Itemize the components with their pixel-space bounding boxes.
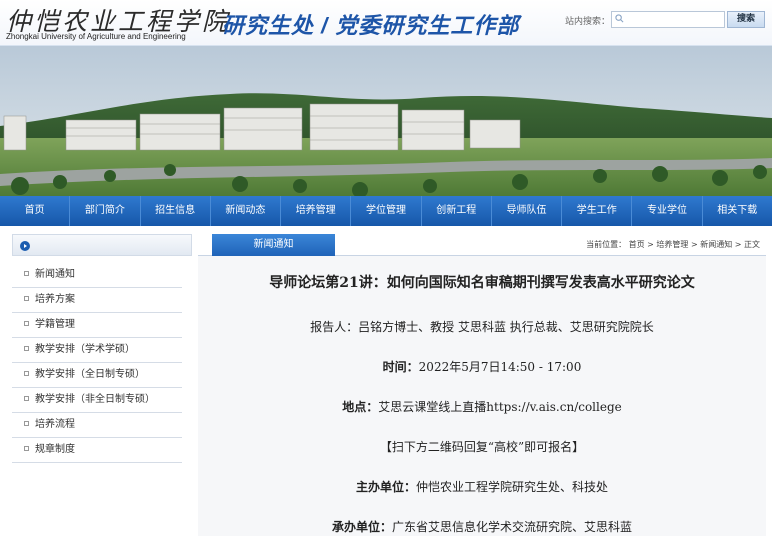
department-title: 研究生处 / 党委研究生工作部 [222,13,520,38]
sidebar-item-training-process[interactable]: 培养流程 [12,413,182,438]
host-label: 主办单位： [355,480,416,494]
place-label: 地点： [342,400,379,414]
organizer-value: 广东省艾思信息化学术交流研究院、艾思科蓝 [392,520,633,534]
nav-item-about[interactable]: 部门简介 [70,196,141,226]
nav-item-home[interactable]: 首页 [0,196,71,226]
search-label: 站内搜索： [565,17,611,27]
organizer-label: 承办单位： [331,520,392,534]
article-time: 时间：2022年5月7日14:50 - 17:00 [198,358,766,375]
sidebar-item-label: 新闻通知 [35,269,75,280]
square-bullet-icon [24,371,29,376]
square-bullet-icon [24,296,29,301]
square-bullet-icon [24,346,29,351]
main-content: 新闻通知 当前位置： 首页 > 培养管理 > 新闻通知 > 正文 导师论坛第21… [198,234,766,536]
article-title: 导师论坛第21讲：如何向国际知名审稿期刊撰写发表高水平研究论文 [269,275,695,291]
place-value: 艾思云课堂线上直播https://v.ais.cn/college [378,400,622,414]
nav-item-supervisors[interactable]: 导师队伍 [492,196,563,226]
sidebar-item-regulations[interactable]: 规章制度 [12,438,182,463]
square-bullet-icon [24,271,29,276]
content-header: 新闻通知 当前位置： 首页 > 培养管理 > 新闻通知 > 正文 [198,234,766,256]
nav-item-student-affairs[interactable]: 学生工作 [562,196,633,226]
site-header: 仲恺农业工程学院 Zhongkai University of Agricult… [0,0,772,46]
sidebar-item-label: 培养方案 [35,294,75,305]
sidebar-item-label: 学籍管理 [35,319,75,330]
article-organizer: 承办单位：广东省艾思信息化学术交流研究院、艾思科蓝 [198,518,766,535]
time-label: 时间： [382,360,419,374]
campus-banner-image [0,46,772,196]
square-bullet-icon [24,396,29,401]
sidebar-item-teaching-parttime[interactable]: 教学安排（非全日制专硕） [12,388,182,413]
sidebar-item-training-plan[interactable]: 培养方案 [12,288,182,313]
time-value: 2022年5月7日14:50 - 17:00 [418,360,582,374]
square-bullet-icon [24,446,29,451]
article-register-note: 【扫下方二维码回复“高校”即可报名】 [379,440,585,454]
search-input[interactable] [611,11,725,28]
article-reporter: 报告人：吕铭方博士、教授 艾思科蓝 执行总裁、艾思研究院院长 [310,320,654,334]
sidebar-item-label: 教学安排（学术学硕） [35,344,135,355]
search-button[interactable]: 搜索 [727,11,765,28]
nav-item-news[interactable]: 新闻动态 [211,196,282,226]
arrow-circle-icon [20,241,30,251]
sidebar-item-label: 培养流程 [35,419,75,430]
tab-news-notice[interactable]: 新闻通知 [212,234,335,256]
host-value: 仲恺农业工程学院研究生处、科技处 [416,480,609,494]
nav-item-professional-degree[interactable]: 专业学位 [632,196,703,226]
nav-item-degree[interactable]: 学位管理 [351,196,422,226]
breadcrumb: 当前位置： 首页 > 培养管理 > 新闻通知 > 正文 [586,240,760,249]
main-navigation: 首页 部门简介 招生信息 新闻动态 培养管理 学位管理 创新工程 导师队伍 学生… [0,196,772,226]
square-bullet-icon [24,421,29,426]
sidebar-header [12,234,192,256]
sidebar-item-student-status[interactable]: 学籍管理 [12,313,182,338]
sidebar-item-label: 教学安排（全日制专硕） [35,369,145,380]
article-host: 主办单位：仲恺农业工程学院研究生处、科技处 [198,478,766,495]
sidebar-item-news-notice[interactable]: 新闻通知 [12,263,182,288]
sidebar-item-teaching-fulltime[interactable]: 教学安排（全日制专硕） [12,363,182,388]
article-place: 地点：艾思云课堂线上直播https://v.ais.cn/college [198,398,766,415]
nav-item-innovation[interactable]: 创新工程 [422,196,492,226]
nav-item-admissions[interactable]: 招生信息 [141,196,211,226]
sidebar-item-label: 教学安排（非全日制专硕） [35,394,155,405]
nav-item-training[interactable]: 培养管理 [281,196,352,226]
sidebar-item-label: 规章制度 [35,444,75,455]
university-logo-english: Zhongkai University of Agriculture and E… [6,32,186,41]
square-bullet-icon [24,321,29,326]
sidebar: 新闻通知 培养方案 学籍管理 教学安排（学术学硕） 教学安排（全日制专硕） 教学… [12,234,192,536]
sidebar-menu: 新闻通知 培养方案 学籍管理 教学安排（学术学硕） 教学安排（全日制专硕） 教学… [12,263,192,463]
sidebar-item-teaching-academic[interactable]: 教学安排（学术学硕） [12,338,182,363]
nav-item-downloads[interactable]: 相关下载 [703,196,772,226]
search-icon [615,14,624,23]
